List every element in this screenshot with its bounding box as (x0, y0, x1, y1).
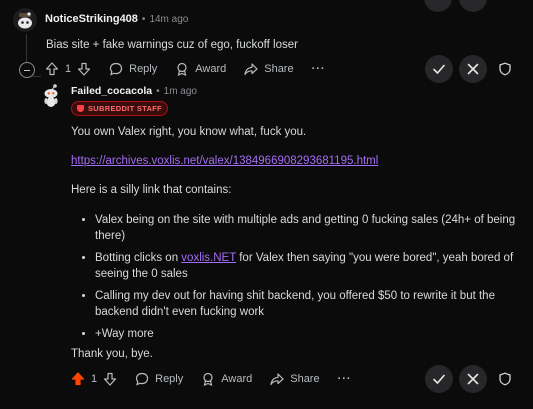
reply-button[interactable]: Reply (109, 62, 157, 76)
reply-label: Reply (129, 63, 158, 75)
approve-button[interactable] (425, 365, 453, 393)
share-button[interactable]: Share (244, 62, 294, 76)
subreddit-staff-badge: SUBREDDIT STAFF (71, 101, 168, 116)
username[interactable]: Failed_cocacola (71, 85, 152, 97)
mod-shield-button[interactable] (496, 61, 514, 77)
more-options-button[interactable]: ··· (312, 63, 326, 75)
shield-badge-icon (77, 105, 84, 112)
remove-button[interactable] (459, 55, 487, 83)
comment-bubble-icon (136, 372, 149, 386)
comment-bubble-icon (110, 62, 123, 76)
timestamp[interactable]: 14m ago (149, 14, 188, 25)
snoo-avatar-icon (13, 8, 37, 32)
downvote-arrow-icon (78, 62, 91, 76)
close-x-icon (467, 373, 479, 385)
separator: • (141, 13, 146, 25)
list-item-text: Botting clicks on (95, 252, 182, 264)
comment-paragraph: Thank you, bye. (71, 348, 153, 360)
upvote-arrow-filled-icon (71, 372, 85, 386)
approve-button[interactable] (425, 55, 453, 83)
checkmark-icon (433, 64, 445, 74)
collapse-thread-button[interactable] (19, 62, 35, 78)
share-arrow-icon (270, 373, 284, 386)
checkmark-icon (433, 374, 445, 384)
award-button[interactable]: Award (201, 372, 252, 386)
more-options-button[interactable]: ··· (338, 373, 352, 385)
shield-icon (499, 62, 511, 76)
share-button[interactable]: Share (270, 372, 320, 386)
mod-shield-button[interactable] (496, 371, 514, 387)
username[interactable]: NoticeStriking408 (45, 13, 138, 25)
list-item: Botting clicks on voxlis.NET for Valex t… (95, 250, 517, 282)
badge-label: SUBREDDIT STAFF (88, 104, 162, 113)
shield-icon (499, 372, 511, 386)
reply-button[interactable]: Reply (135, 372, 183, 386)
list-item: Valex being on the site with multiple ad… (95, 212, 517, 244)
list-item: +Way more (95, 326, 517, 342)
comment-actions: 1 Reply Award Share ··· (45, 62, 326, 76)
comment-paragraph: Here is a silly link that contains: (71, 184, 232, 196)
minus-icon (24, 69, 30, 71)
award-icon (177, 62, 187, 76)
downvote-arrow-icon (104, 372, 117, 386)
award-button[interactable]: Award (175, 62, 226, 76)
upvote-button[interactable] (45, 62, 59, 76)
award-label: Award (195, 63, 227, 75)
bullet-list: Valex being on the site with multiple ad… (81, 212, 517, 348)
separator: • (156, 85, 160, 97)
vote-count: 1 (91, 373, 98, 385)
share-label: Share (290, 373, 320, 385)
comment-actions: 1 Reply Award Share ··· (71, 372, 352, 386)
reply-label: Reply (155, 373, 184, 385)
vote-count: 1 (65, 63, 72, 75)
comment-paragraph: You own Valex right, you know what, fuck… (71, 126, 307, 138)
timestamp[interactable]: 1m ago (164, 86, 197, 97)
share-arrow-icon (244, 63, 258, 76)
downvote-button[interactable] (103, 372, 117, 386)
remove-button-partial[interactable] (459, 0, 487, 12)
list-item: Calling my dev out for having shit backe… (95, 288, 517, 320)
avatar[interactable] (13, 8, 37, 32)
approve-button-partial[interactable] (424, 0, 452, 12)
remove-button[interactable] (459, 365, 487, 393)
snoo-avatar-icon (44, 84, 58, 107)
close-x-icon (467, 63, 479, 75)
award-label: Award (221, 373, 253, 385)
downvote-button[interactable] (77, 62, 91, 76)
comment-body: Bias site + fake warnings cuz of ego, fu… (46, 39, 298, 51)
avatar[interactable] (40, 83, 62, 109)
share-label: Share (264, 63, 294, 75)
voxlis-link[interactable]: voxlis.NET (181, 252, 236, 264)
upvote-button[interactable] (71, 372, 85, 386)
thread-line (26, 34, 27, 62)
award-icon (203, 372, 213, 386)
upvote-arrow-icon (45, 62, 59, 76)
archive-link[interactable]: https://archives.voxlis.net/valex/138496… (71, 155, 378, 167)
